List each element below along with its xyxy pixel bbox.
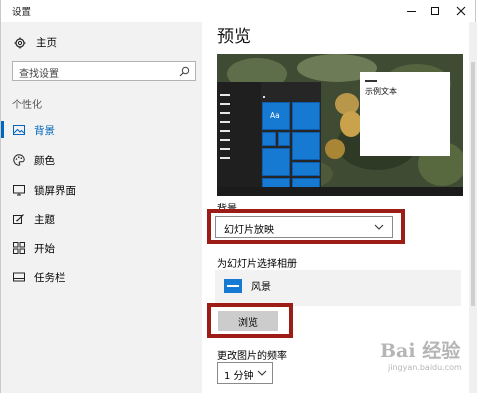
sidebar-item-lock-screen[interactable]: 锁屏界面 [1,178,202,202]
active-indicator [1,239,4,256]
title-bar: 设置 [1,0,477,22]
list-item [220,112,230,114]
album-folder-icon [224,279,242,293]
search-icon[interactable] [179,66,190,77]
chevron-down-icon [374,224,384,230]
frequency-dropdown[interactable]: 1 分钟 [217,362,273,384]
sidebar-item-themes[interactable]: 主题 [1,207,202,231]
list-item [220,121,230,123]
minimize-icon [406,10,416,12]
preview-tile [292,162,320,176]
page-title: 预览 [217,27,251,47]
sidebar-item-colors[interactable]: 颜色 [1,148,202,172]
preview-tile [262,132,276,146]
palette-icon [13,154,25,166]
sidebar-item-label: 颜色 [34,155,55,167]
album-name: 风景 [251,282,271,293]
search-input[interactable]: 查找设置 [19,65,59,80]
background-dropdown[interactable]: 幻灯片放映 [215,216,393,238]
preview-tile: Aa [262,102,290,130]
sample-window-preview: 示例文本 [360,72,450,156]
album-label: 为幻灯片选择相册 [217,259,297,270]
frequency-label: 更改图片的频率 [217,351,287,362]
list-item [220,94,230,96]
maximize-icon [431,7,439,15]
search-box[interactable]: 查找设置 [12,61,196,81]
album-list-item[interactable]: 风景 [215,270,461,306]
start-grid-icon [13,242,25,254]
active-indicator [1,151,4,168]
background-dropdown-value: 幻灯片放映 [224,225,274,236]
taskbar-icon [13,272,25,282]
active-indicator [1,210,4,227]
browse-button[interactable]: 浏览 [218,311,278,331]
active-indicator [1,121,4,138]
sidebar-item-label: 背景 [34,125,55,137]
chevron-down-icon [257,370,267,376]
window-title: 设置 [12,7,32,18]
settings-window: 设置 主页 查找设置 个性化 背景 颜色 锁屏界面 主题 开始 任务栏 预览 A… [0,0,477,393]
list-item [220,148,230,150]
home-label: 主页 [36,37,57,49]
close-icon [456,6,466,16]
list-item [220,157,230,159]
start-menu-list [220,94,230,166]
watermark-url: jingyan.baidu.com [388,363,462,372]
close-button[interactable] [447,0,475,22]
watermark: Bai 经验 jingyan.baidu.com [378,336,476,388]
active-indicator [1,181,4,198]
monitor-icon [13,185,25,196]
sidebar-item-start[interactable]: 开始 [1,236,202,260]
sidebar-item-background[interactable]: 背景 [1,118,202,142]
home-link[interactable]: 主页 [14,35,57,50]
sidebar-item-taskbar[interactable]: 任务栏 [1,265,202,289]
theme-icon [13,214,24,224]
sidebar-item-label: 主题 [34,214,55,226]
gear-icon [14,37,26,48]
start-menu-preview: Aa [217,82,321,196]
preview-tile [278,132,290,146]
album-icon-stripe [227,285,239,287]
desktop-preview: Aa 示例文本 [217,54,463,196]
tile-marker [263,96,265,98]
list-item [220,130,230,132]
sample-text: 示例文本 [365,87,397,96]
tile-label: Aa [270,111,280,120]
sidebar-item-label: 任务栏 [34,272,66,284]
preview-tile [292,102,320,130]
scrollbar-thumb[interactable] [471,62,475,306]
sidebar-item-label: 锁屏界面 [34,185,76,197]
active-indicator [1,268,4,285]
maximize-button[interactable] [421,0,449,22]
list-item [220,139,230,141]
frequency-dropdown-value: 1 分钟 [224,371,254,382]
taskbar-preview [217,187,463,196]
section-header: 个性化 [12,100,42,111]
preview-tile [292,132,320,160]
list-item [220,103,230,105]
preview-tile [262,148,290,176]
window-accent-bar [365,80,377,82]
sidebar-item-label: 开始 [34,243,55,255]
sidebar: 主页 查找设置 个性化 背景 颜色 锁屏界面 主题 开始 任务栏 [1,22,202,393]
watermark-logo: Bai 经验 [380,340,461,362]
picture-icon [13,125,25,135]
